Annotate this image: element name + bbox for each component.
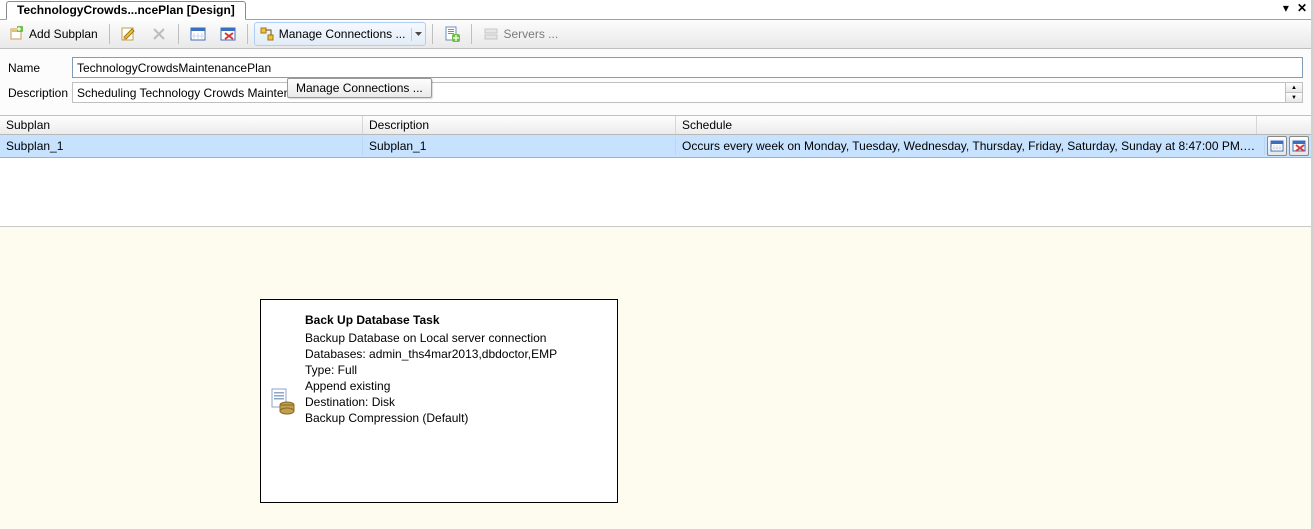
- name-label: Name: [8, 61, 72, 75]
- add-subplan-icon: [9, 26, 25, 42]
- servers-label: Servers ...: [503, 27, 558, 41]
- design-canvas[interactable]: Back Up Database Task Backup Database on…: [0, 227, 1311, 529]
- calendar-icon: [1270, 139, 1284, 153]
- edit-subplan-button[interactable]: [116, 22, 142, 46]
- report-icon: [444, 26, 460, 42]
- calendar-remove-icon: [220, 26, 236, 42]
- window-menu-icon[interactable]: ▾: [1283, 1, 1289, 15]
- task-details: Back Up Database Task Backup Database on…: [299, 312, 603, 490]
- task-title: Back Up Database Task: [305, 312, 603, 328]
- manage-connections-button[interactable]: Manage Connections ...: [254, 22, 427, 46]
- calendar-remove-icon: [1292, 139, 1306, 153]
- calendar-icon: [190, 26, 206, 42]
- task-line: Databases: admin_ths4mar2013,dbdoctor,EM…: [305, 346, 603, 362]
- column-header-actions: [1257, 116, 1311, 134]
- cell-subplan[interactable]: Subplan_1: [0, 137, 363, 155]
- task-line: Destination: Disk: [305, 394, 603, 410]
- task-icon: [265, 312, 299, 490]
- manage-connections-dropdown-icon[interactable]: [411, 28, 425, 41]
- add-subplan-label: Add Subplan: [29, 27, 98, 41]
- column-header-schedule[interactable]: Schedule: [676, 116, 1257, 134]
- add-subplan-button[interactable]: Add Subplan: [4, 22, 103, 46]
- row-schedule-button[interactable]: [1267, 136, 1287, 156]
- row-remove-schedule-button[interactable]: [1289, 136, 1309, 156]
- column-header-subplan[interactable]: Subplan: [0, 116, 363, 134]
- backup-database-task[interactable]: Back Up Database Task Backup Database on…: [260, 299, 618, 503]
- cell-schedule[interactable]: Occurs every week on Monday, Tuesday, We…: [676, 137, 1265, 155]
- column-header-description[interactable]: Description: [363, 116, 676, 134]
- task-line: Append existing: [305, 378, 603, 394]
- manage-connections-tooltip: Manage Connections ...: [287, 78, 432, 98]
- tab-design[interactable]: TechnologyCrowds...ncePlan [Design]: [6, 1, 246, 20]
- tab-title: TechnologyCrowds...ncePlan [Design]: [17, 3, 235, 17]
- task-line: Type: Full: [305, 362, 603, 378]
- reporting-button[interactable]: [439, 22, 465, 46]
- delete-subplan-button: [146, 22, 172, 46]
- description-spin-down[interactable]: ▼: [1286, 93, 1302, 102]
- delete-x-icon: [151, 26, 167, 42]
- description-input[interactable]: [73, 83, 1285, 102]
- task-line: Backup Database on Local server connecti…: [305, 330, 603, 346]
- description-label: Description: [8, 86, 72, 100]
- manage-connections-label: Manage Connections ...: [279, 27, 406, 41]
- subplan-row[interactable]: Subplan_1 Subplan_1 Occurs every week on…: [0, 135, 1311, 158]
- close-icon[interactable]: ✕: [1297, 1, 1307, 15]
- cell-description[interactable]: Subplan_1: [363, 137, 676, 155]
- pencil-icon: [121, 26, 137, 42]
- schedule-button[interactable]: [185, 22, 211, 46]
- servers-button: Servers ...: [478, 22, 563, 46]
- name-input[interactable]: [72, 57, 1303, 78]
- description-spin-up[interactable]: ▲: [1286, 83, 1302, 93]
- servers-icon: [483, 26, 499, 42]
- remove-schedule-button[interactable]: [215, 22, 241, 46]
- task-line: Backup Compression (Default): [305, 410, 603, 426]
- connections-icon: [259, 26, 275, 42]
